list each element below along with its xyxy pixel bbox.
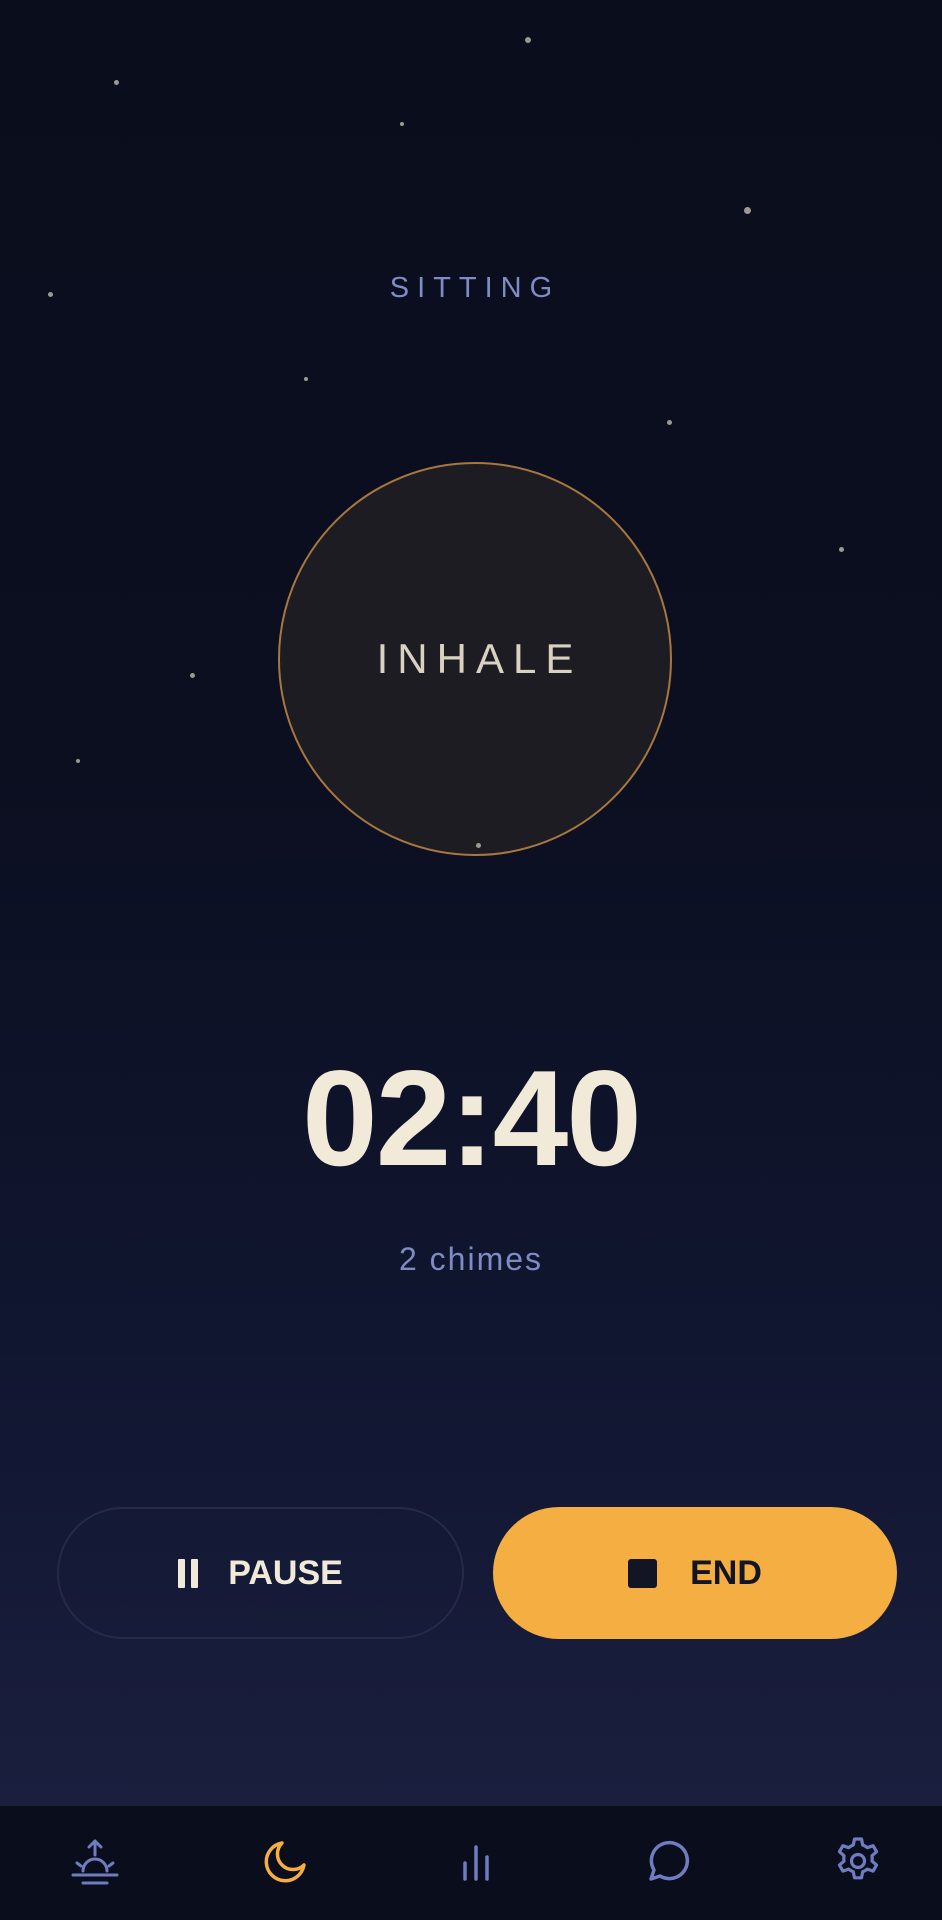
- moon-icon: [264, 1841, 306, 1883]
- end-button[interactable]: END: [493, 1507, 897, 1639]
- pause-button[interactable]: PAUSE: [57, 1507, 464, 1639]
- star: [400, 122, 404, 126]
- session-timer: 02:40: [302, 1042, 642, 1194]
- tab-sunrise[interactable]: [55, 1826, 135, 1896]
- star: [744, 207, 751, 214]
- star: [476, 843, 481, 848]
- chat-icon: [649, 1840, 690, 1881]
- settings-icon: [837, 1837, 879, 1880]
- sunrise-icon: [71, 1839, 119, 1885]
- star: [525, 37, 531, 43]
- star: [190, 673, 195, 678]
- star: [839, 547, 844, 552]
- pause-icon: [178, 1558, 199, 1588]
- stats-icon: [463, 1845, 489, 1881]
- star: [667, 420, 672, 425]
- star: [114, 80, 119, 85]
- breath-circle: INHALE: [278, 462, 672, 856]
- end-button-label: END: [690, 1553, 762, 1592]
- star: [304, 377, 308, 381]
- tab-stats[interactable]: [436, 1826, 516, 1896]
- breath-phase-label: INHALE: [376, 635, 583, 682]
- tab-chat[interactable]: [627, 1826, 707, 1896]
- star: [76, 759, 80, 763]
- chimes-count: 2 chimes: [398, 1241, 544, 1277]
- stop-icon: [628, 1558, 658, 1588]
- pause-button-label: PAUSE: [228, 1553, 343, 1592]
- tab-meditate[interactable]: [246, 1826, 326, 1896]
- tab-settings[interactable]: [818, 1826, 898, 1896]
- bottom-tab-bar: [0, 1806, 942, 1920]
- session-mode-label: SITTING: [389, 272, 561, 304]
